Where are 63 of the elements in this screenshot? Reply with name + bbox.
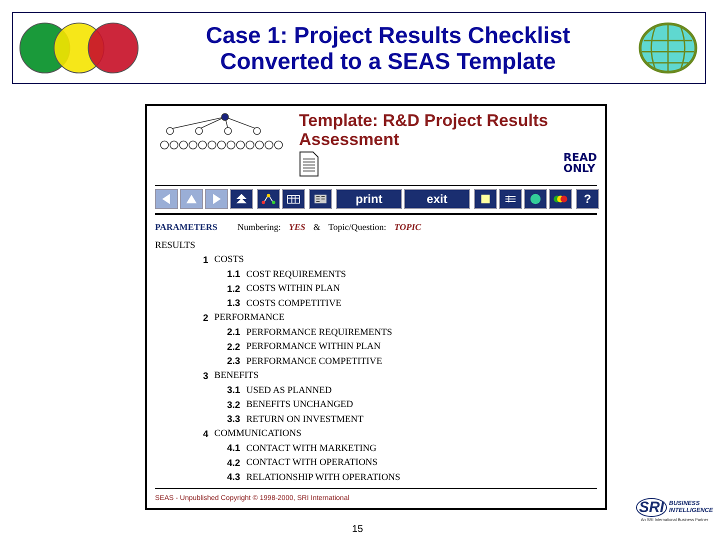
outline-number: 4.2 bbox=[227, 458, 240, 469]
outline-number: 3.2 bbox=[227, 400, 240, 411]
outline-item[interactable]: PERFORMANCE REQUIREMENTS bbox=[246, 328, 392, 338]
toolbar-button[interactable]: exit bbox=[404, 189, 470, 210]
outline-item[interactable]: COSTS WITHIN PLAN bbox=[246, 284, 340, 294]
toolbar-button[interactable] bbox=[474, 189, 497, 210]
toolbar-button[interactable] bbox=[230, 189, 253, 210]
outline-number: 3 bbox=[203, 370, 208, 382]
slide-title: Case 1: Project Results Checklist bbox=[204, 22, 572, 48]
outline-number: 1 bbox=[203, 254, 208, 266]
toolbar-button[interactable] bbox=[499, 189, 522, 210]
outline-item[interactable]: COSTS COMPETITIVE bbox=[246, 298, 342, 309]
outline-item[interactable]: RESULTS bbox=[155, 240, 196, 251]
outline-item[interactable]: PERFORMANCE COMPETITIVE bbox=[246, 356, 382, 367]
slide-title: Converted to a SEAS Template bbox=[219, 48, 557, 74]
toolbar-button[interactable]: print bbox=[336, 189, 402, 210]
numbering-label: Numbering: bbox=[237, 222, 281, 232]
document-icon bbox=[299, 151, 319, 177]
read-only-label: ONLY bbox=[563, 163, 596, 174]
outline-number: 2.1 bbox=[227, 327, 240, 338]
toolbar-button[interactable]: ? bbox=[576, 189, 599, 210]
outline-number: 1.3 bbox=[227, 298, 240, 310]
outline-item[interactable]: USED AS PLANNED bbox=[246, 386, 332, 396]
read-only-label: READ bbox=[563, 152, 597, 164]
joiner-text: & bbox=[313, 222, 320, 232]
outline-item[interactable]: BENEFITS UNCHANGED bbox=[246, 400, 354, 410]
panel-icon bbox=[312, 192, 329, 206]
outline-item[interactable]: PERFORMANCE bbox=[214, 313, 285, 324]
parameters-label: PARAMETERS bbox=[155, 222, 218, 232]
outline-item[interactable]: RELATIONSHIP WITH OPERATIONS bbox=[246, 472, 400, 483]
outline-item[interactable]: COMMUNICATIONS bbox=[214, 429, 302, 440]
page-number: 15 bbox=[352, 524, 364, 535]
outline-number: 4.1 bbox=[227, 443, 240, 454]
outline-item[interactable]: COST REQUIREMENTS bbox=[246, 270, 346, 280]
outline-item[interactable]: PERFORMANCE WITHIN PLAN bbox=[246, 342, 381, 352]
toolbar-button[interactable] bbox=[549, 189, 572, 210]
numbering-value: YES bbox=[288, 222, 306, 232]
toolbar-button[interactable] bbox=[282, 189, 305, 210]
outline-number: 1.1 bbox=[227, 269, 240, 280]
outline-number: 3.3 bbox=[227, 414, 240, 426]
outline-item[interactable]: CONTACT WITH OPERATIONS bbox=[246, 458, 378, 468]
outline-number: 2.2 bbox=[227, 342, 240, 353]
toolbar-button[interactable] bbox=[524, 189, 547, 210]
outline-number: 1.2 bbox=[227, 284, 240, 295]
outline-number: 2 bbox=[203, 312, 208, 324]
toolbar-button[interactable] bbox=[257, 189, 280, 210]
outline-number: 2.3 bbox=[227, 356, 240, 368]
outline-item[interactable]: COSTS bbox=[214, 255, 244, 266]
outline-item[interactable]: RETURN ON INVESTMENT bbox=[246, 414, 364, 425]
logo-mark: SRI bbox=[636, 498, 668, 517]
outline-number: 3.1 bbox=[227, 385, 240, 396]
topic-label: Topic/Question: bbox=[328, 222, 386, 232]
outline-number: 4 bbox=[203, 428, 208, 440]
table-icon bbox=[285, 192, 302, 206]
outline-number: 4.3 bbox=[227, 472, 240, 484]
toolbar-button[interactable] bbox=[309, 189, 332, 210]
topic-value: TOPIC bbox=[394, 222, 422, 232]
outline-item[interactable]: BENEFITS bbox=[214, 371, 259, 382]
template-title: Template: R&D Project Results bbox=[299, 111, 550, 130]
outline-item[interactable]: CONTACT WITH MARKETING bbox=[246, 444, 377, 454]
template-title: Assessment bbox=[299, 130, 400, 149]
globe-icon bbox=[637, 22, 699, 74]
tree-icon bbox=[260, 192, 277, 206]
